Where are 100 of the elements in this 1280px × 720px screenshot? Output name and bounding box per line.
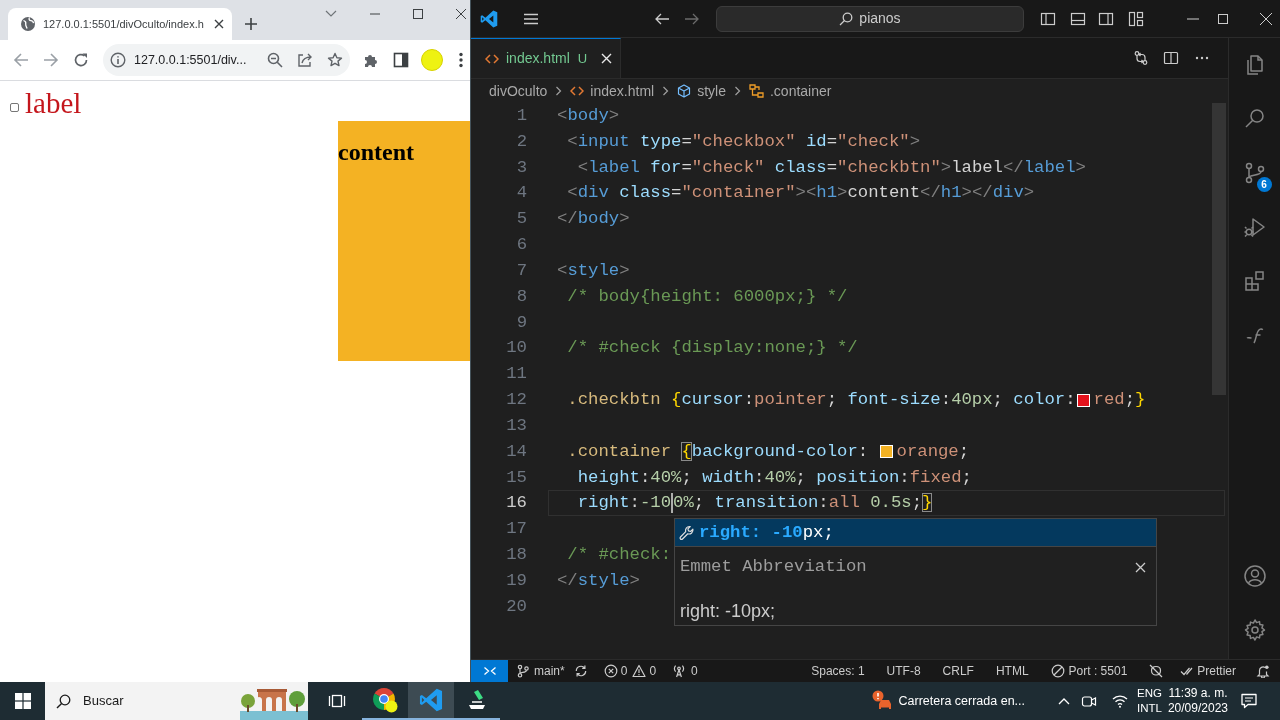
line-number: 1 <box>515 105 527 127</box>
remote-arrows-icon <box>482 664 497 678</box>
text-cursor <box>671 493 674 514</box>
info-icon[interactable] <box>110 52 126 68</box>
changes-count-badge: 6 <box>1256 177 1272 192</box>
notification-center-icon[interactable] <box>1240 692 1258 710</box>
code-text: height:40%; width:40%; position:fixed; <box>576 466 972 489</box>
browser-app-icon <box>372 687 398 713</box>
extensions-icon[interactable] <box>1242 269 1267 293</box>
line-number: 11 <box>505 363 527 386</box>
code-text: right:-10 <box>576 492 672 515</box>
code-text: </body> <box>557 208 630 231</box>
start-windows-icon[interactable] <box>14 693 31 709</box>
breadcrumb-item[interactable]: divOculto <box>489 80 548 102</box>
chevron-down-icon[interactable] <box>325 10 337 18</box>
run-debug-icon[interactable] <box>1242 215 1267 239</box>
errors-status[interactable]: 0 <box>603 662 628 680</box>
line-number: 16 <box>505 492 527 515</box>
puzzle-icon[interactable] <box>363 52 379 68</box>
plus-icon[interactable] <box>244 17 258 31</box>
code-text: orange; <box>896 440 970 463</box>
right-sidebar-layout-icon[interactable] <box>1098 10 1114 27</box>
warnings-status[interactable]: 0 <box>632 662 657 680</box>
line-number: 3 <box>515 156 527 179</box>
code-text: /* body{height: 6000px;} */ <box>566 285 848 308</box>
breadcrumb-item[interactable]: .container <box>748 80 832 102</box>
ports-status[interactable]: 0 <box>672 662 698 680</box>
share-icon[interactable] <box>297 52 313 68</box>
address-bar[interactable]: 127.0.0.1:5501/div... <box>103 44 350 76</box>
side-panel-icon[interactable] <box>393 52 409 68</box>
line-number: 18 <box>505 544 527 567</box>
line-number: 15 <box>505 466 527 489</box>
editor-tab[interactable]: index.html U <box>471 38 621 78</box>
reload-icon[interactable] <box>73 52 89 68</box>
left-sidebar-layout-icon[interactable] <box>1040 10 1056 27</box>
line-number: 12 <box>505 389 527 412</box>
prettier-status[interactable]: Prettier <box>1174 662 1242 680</box>
taskbar-search-field[interactable]: Buscar <box>45 682 308 720</box>
breadcrumb-item[interactable]: style <box>677 80 726 102</box>
code-text: <body> <box>557 104 620 127</box>
grid-layout-icon[interactable] <box>1128 10 1144 27</box>
task-view-icon[interactable] <box>328 692 346 710</box>
settings-gear-icon[interactable] <box>1242 618 1267 642</box>
code-brackets-icon <box>485 53 499 64</box>
zoom-out-icon[interactable] <box>267 52 283 68</box>
search-icon <box>56 693 71 709</box>
traffic-alert-icon <box>870 690 893 712</box>
status-item[interactable]: Spaces: 1 <box>800 662 876 680</box>
color-swatch-icon[interactable] <box>1076 393 1090 407</box>
editor-app-button[interactable] <box>408 682 454 720</box>
details-title: Emmet Abbreviation <box>680 556 867 579</box>
wifi-icon[interactable] <box>1112 693 1128 709</box>
code-text: /* #check: <box>566 544 672 567</box>
clock-date[interactable]: 20/09/2023 <box>1167 701 1228 716</box>
code-text: </style> <box>557 569 640 592</box>
label-text[interactable]: label <box>25 89 82 118</box>
line-number: 6 <box>515 234 527 257</box>
notification-item[interactable]: Carretera cerrada en... <box>870 690 1025 712</box>
bottom-panel-layout-icon[interactable] <box>1070 10 1086 27</box>
account-icon[interactable] <box>1242 564 1267 588</box>
breadcrumb-item[interactable]: index.html <box>570 80 655 102</box>
cube-icon <box>677 84 692 98</box>
checkbox[interactable] <box>10 103 19 112</box>
status-item[interactable]: UTF-8 <box>875 662 932 680</box>
color-swatch-icon[interactable] <box>879 445 893 459</box>
branch-status[interactable]: main* <box>516 662 565 680</box>
command-center-search[interactable]: pianos <box>716 5 1024 32</box>
language-indicator[interactable]: ENG <box>1137 686 1162 701</box>
star-icon[interactable] <box>327 52 343 68</box>
port-status[interactable]: Port : 5501 <box>1039 662 1139 680</box>
code-text: <div class="container"><h1>content</h1></div> <box>566 182 1035 205</box>
antenna-icon <box>672 664 687 678</box>
line-number: 8 <box>515 285 527 308</box>
chevron-up-icon[interactable] <box>1058 697 1070 705</box>
more-vertical-icon[interactable] <box>459 52 463 68</box>
camera-icon[interactable] <box>1081 693 1097 709</box>
close-icon[interactable] <box>456 9 466 19</box>
code-brackets-icon <box>570 86 585 96</box>
status-item[interactable]: CRLF <box>931 662 985 680</box>
app-icon <box>466 689 488 711</box>
maximize-icon[interactable] <box>413 9 423 19</box>
bell-icon[interactable] <box>1256 664 1270 678</box>
clock-time[interactable]: 11:39 a. m. <box>1168 686 1228 701</box>
line-number: 4 <box>515 182 527 205</box>
compare-changes-icon[interactable] <box>1133 50 1149 66</box>
line-number: 13 <box>505 414 527 437</box>
browser-tab[interactable]: 127.0.0.1:5501/divOculto/index.h <box>8 8 232 40</box>
line-number: 5 <box>515 208 527 231</box>
search-icon <box>839 11 854 26</box>
language-indicator[interactable]: INTL <box>1137 701 1162 716</box>
split-editor-icon[interactable] <box>1163 50 1179 66</box>
forward-arrow-icon[interactable] <box>43 52 59 68</box>
line-number: 17 <box>505 518 527 541</box>
suggestion-item[interactable]: right: -10px; <box>675 519 1156 546</box>
sync-icon[interactable] <box>573 664 588 678</box>
line-number: 7 <box>515 259 527 282</box>
status-item[interactable]: HTML <box>984 662 1040 680</box>
slashed-oval-icon[interactable] <box>1149 664 1164 678</box>
chevron-right-icon <box>733 86 741 96</box>
close-icon[interactable] <box>214 19 224 29</box>
